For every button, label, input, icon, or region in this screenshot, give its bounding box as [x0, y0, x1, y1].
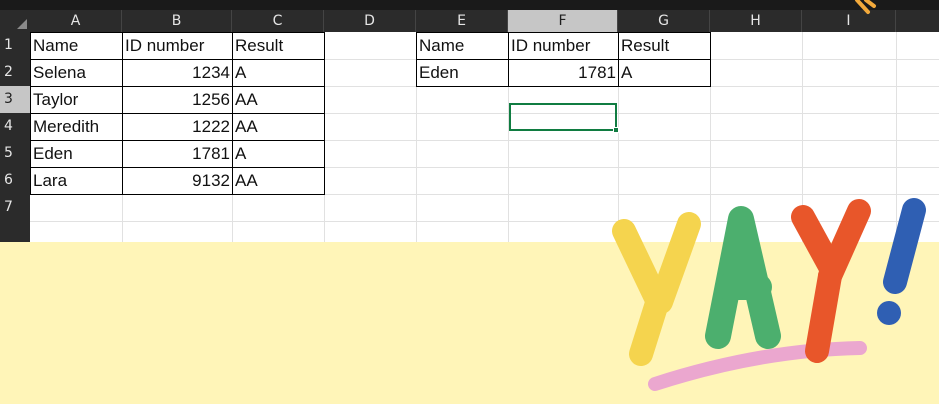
top-dark-strip [0, 0, 939, 10]
row-header-4[interactable]: 4 [0, 113, 30, 140]
row-header-1[interactable]: 1 [0, 32, 30, 59]
select-all-corner[interactable] [0, 10, 30, 32]
spreadsheet-grid: A B C D E F G H I 1 2 3 4 5 6 7 Name ID … [0, 10, 939, 242]
cell-g2[interactable]: A [618, 59, 710, 85]
row-header-7[interactable]: 7 [0, 194, 30, 221]
row-header-partial [0, 221, 30, 242]
column-header-f[interactable]: F [508, 10, 618, 32]
row-header-2[interactable]: 2 [0, 59, 30, 86]
cell-e1[interactable]: Name [416, 32, 508, 58]
cell-a5[interactable]: Eden [30, 140, 122, 166]
cell-b1[interactable]: ID number [122, 32, 232, 58]
cell-c6[interactable]: AA [232, 167, 324, 193]
gridline [802, 32, 803, 242]
column-header-g[interactable]: G [618, 10, 710, 32]
cell-f2[interactable]: 1781 [508, 59, 618, 85]
cell-c5[interactable]: A [232, 140, 324, 166]
gridline [324, 32, 325, 242]
selected-cell-f3[interactable] [509, 103, 617, 131]
row-header-3[interactable]: 3 [0, 86, 30, 113]
row-header-6[interactable]: 6 [0, 167, 30, 194]
cell-a4[interactable]: Meredith [30, 113, 122, 139]
cell-e2[interactable]: Eden [416, 59, 508, 85]
gridline [30, 194, 939, 195]
pink-underline [648, 341, 867, 391]
cell-a1[interactable]: Name [30, 32, 122, 58]
column-header-c[interactable]: C [232, 10, 324, 32]
cell-a2[interactable]: Selena [30, 59, 122, 85]
column-header-d[interactable]: D [324, 10, 416, 32]
column-header-partial [896, 10, 939, 32]
cell-a3[interactable]: Taylor [30, 86, 122, 112]
column-header-h[interactable]: H [710, 10, 802, 32]
column-header-b[interactable]: B [122, 10, 232, 32]
cell-a6[interactable]: Lara [30, 167, 122, 193]
gridline [896, 32, 897, 242]
cell-f1[interactable]: ID number [508, 32, 618, 58]
cell-c4[interactable]: AA [232, 113, 324, 139]
column-header-e[interactable]: E [416, 10, 508, 32]
cell-c1[interactable]: Result [232, 32, 324, 58]
cell-b3[interactable]: 1256 [122, 86, 232, 112]
cell-b6[interactable]: 9132 [122, 167, 232, 193]
select-all-triangle-icon [17, 19, 27, 29]
cell-g1[interactable]: Result [618, 32, 710, 58]
column-header-a[interactable]: A [30, 10, 122, 32]
cell-b5[interactable]: 1781 [122, 140, 232, 166]
cell-b4[interactable]: 1222 [122, 113, 232, 139]
fill-handle[interactable] [613, 127, 619, 133]
gridline [710, 32, 711, 242]
letter-y-yellow [612, 212, 701, 366]
row-header-5[interactable]: 5 [0, 140, 30, 167]
column-header-i[interactable]: I [802, 10, 896, 32]
gridline [30, 221, 939, 222]
cell-c2[interactable]: A [232, 59, 324, 85]
cell-b2[interactable]: 1234 [122, 59, 232, 85]
cell-c3[interactable]: AA [232, 86, 324, 112]
